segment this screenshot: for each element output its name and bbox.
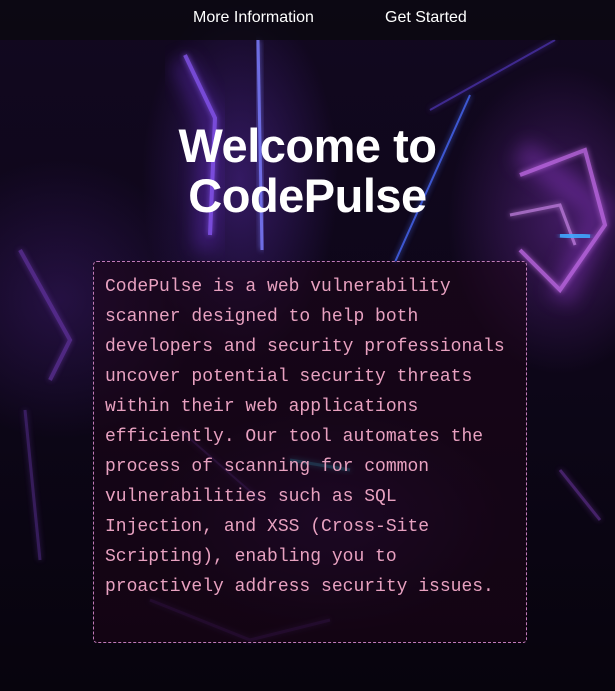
hero-title-line-2: CodePulse <box>188 169 427 222</box>
hero-title: Welcome to CodePulse <box>0 121 615 221</box>
more-information-link[interactable]: More Information <box>193 9 314 27</box>
top-navigation-bar: More Information Get Started <box>0 0 615 40</box>
description-text: CodePulse is a web vulnerability scanner… <box>105 277 505 597</box>
get-started-link[interactable]: Get Started <box>385 9 467 27</box>
hero-title-line-1: Welcome to <box>178 119 437 172</box>
description-box: CodePulse is a web vulnerability scanner… <box>93 261 527 643</box>
